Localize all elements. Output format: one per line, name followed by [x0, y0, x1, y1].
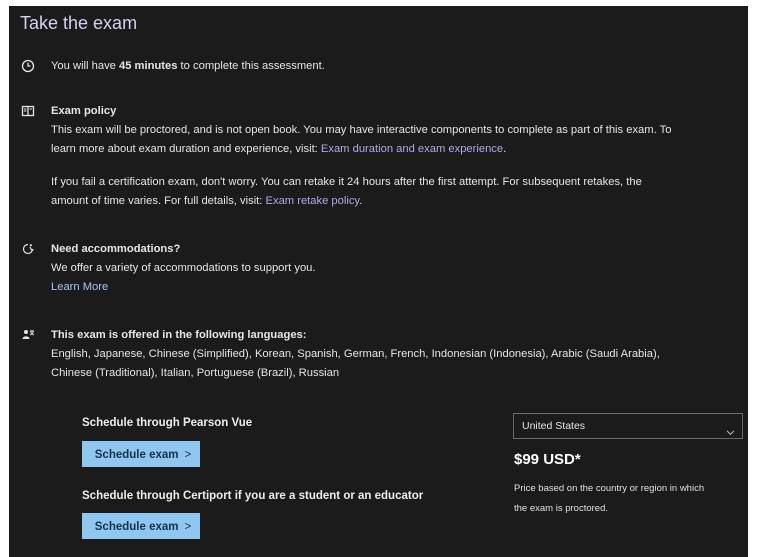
- exam-panel: Take the exam You will have 45 minutes t…: [9, 6, 748, 557]
- price-note: Price based on the country or region in …: [514, 483, 705, 514]
- accessibility-icon: [21, 242, 35, 256]
- accommodations-heading: Need accommodations?: [51, 243, 181, 255]
- pearson-vue-heading: Schedule through Pearson Vue: [82, 417, 253, 429]
- chevron-down-icon: [726, 422, 735, 436]
- exam-policy-heading: Exam policy: [51, 105, 117, 117]
- certiport-schedule-exam-button[interactable]: Schedule exam >: [82, 513, 200, 539]
- languages-heading: This exam is offered in the following la…: [51, 329, 307, 341]
- duration-text: You will have 45 minutes to complete thi…: [51, 60, 325, 72]
- country-select-value: United States: [522, 420, 586, 432]
- clock-icon: [21, 59, 35, 73]
- page-margin: [748, 6, 757, 557]
- page-title: Take the exam: [20, 13, 138, 33]
- exam-duration-link[interactable]: Exam duration and exam experience: [321, 143, 503, 155]
- book-icon: [21, 104, 35, 118]
- policy-line-1: This exam will be proctored, and is not …: [51, 124, 672, 136]
- retake-line-1: If you fail a certification exam, don't …: [51, 176, 642, 188]
- retake-line-2: amount of time varies. For full details,…: [51, 195, 363, 207]
- accommodations-text: We offer a variety of accommodations to …: [51, 262, 316, 274]
- pearson-schedule-exam-button[interactable]: Schedule exam >: [82, 441, 200, 467]
- duration-emphasis: 45 minutes: [119, 60, 178, 72]
- languages-line-1: English, Japanese, Chinese (Simplified),…: [51, 348, 660, 360]
- certiport-heading: Schedule through Certiport if you are a …: [82, 490, 424, 502]
- exam-price: $99 USD*: [514, 451, 581, 468]
- languages-line-2: Chinese (Traditional), Italian, Portugue…: [51, 367, 340, 379]
- learn-more-link[interactable]: Learn More: [51, 278, 108, 297]
- chevron-right-icon: >: [184, 521, 192, 533]
- policy-line-2: learn more about exam duration and exper…: [51, 143, 507, 155]
- language-people-icon: [21, 328, 35, 342]
- chevron-right-icon: >: [184, 449, 192, 461]
- exam-retake-policy-link[interactable]: Exam retake policy: [266, 195, 360, 207]
- country-select[interactable]: United States: [513, 413, 743, 439]
